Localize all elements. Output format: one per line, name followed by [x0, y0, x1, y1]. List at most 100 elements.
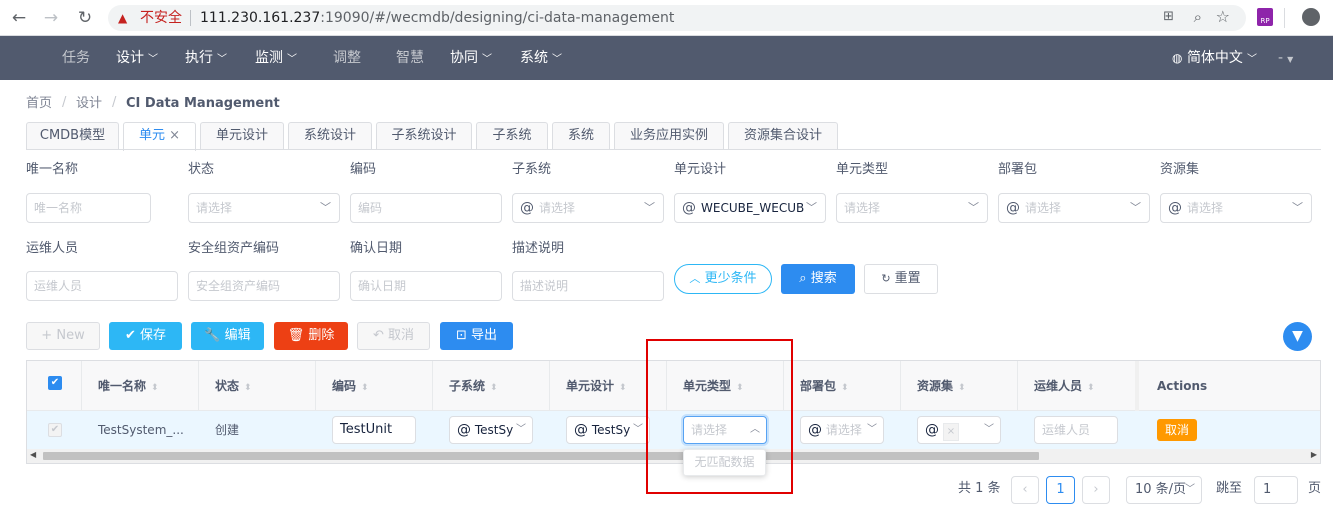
select-all-checkbox[interactable]: ✔	[48, 376, 62, 390]
tab-subsystem-design[interactable]: 子系统设计	[376, 122, 472, 150]
header-ops-staff[interactable]: 运维人员 ⬍	[1034, 361, 1095, 411]
new-button[interactable]: + New	[26, 322, 100, 350]
translate-icon[interactable]: ⊞	[1163, 9, 1174, 24]
cell-subsystem-select[interactable]: @ TestSy ﹀	[449, 416, 533, 444]
prev-page-button[interactable]: ‹	[1011, 476, 1039, 504]
tab-subsystem[interactable]: 子系统	[476, 122, 548, 150]
nav-item-wisdom[interactable]: 智慧	[396, 49, 424, 67]
header-actions: Actions	[1157, 379, 1208, 393]
nav-item-adjust[interactable]: 调整	[333, 49, 361, 67]
chevron-down-icon: ﹀	[1292, 201, 1303, 214]
cell-unit-design-select[interactable]: @ TestSy ﹀	[566, 416, 650, 444]
description-input[interactable]: 描述说明	[512, 271, 664, 301]
save-button[interactable]: ✔ 保存	[109, 322, 182, 350]
tab-system[interactable]: 系统	[552, 122, 610, 150]
edit-button[interactable]: 🔧 编辑	[191, 322, 264, 350]
header-unit-design[interactable]: 单元设计 ⬍	[566, 361, 627, 411]
page-1-button[interactable]: 1	[1046, 476, 1075, 504]
header-deploy-package[interactable]: 部署包 ⬍	[800, 361, 849, 411]
code-input[interactable]: 编码	[350, 193, 502, 223]
tab-resource-set-design[interactable]: 资源集合设计	[728, 122, 838, 150]
confirm-date-input[interactable]: 确认日期	[350, 271, 502, 301]
nav-item-monitor[interactable]: 监测 ﹀	[255, 49, 297, 69]
forward-arrow-icon[interactable]: →	[40, 7, 62, 29]
cell-deploy-package-select[interactable]: @ 请选择 ﹀	[800, 416, 884, 444]
scrollbar-thumb[interactable]	[43, 452, 1039, 460]
chevron-down-icon: ﹀	[148, 54, 158, 65]
reset-button[interactable]: ↻ 重置	[864, 264, 938, 294]
top-navigation: 任务 设计 ﹀ 执行 ﹀ 监测 ﹀ 调整 智慧 协同 ﹀ 系统 ﹀ ◍ 简体中文 ﹀ - ▼	[0, 36, 1333, 80]
nav-item-execute[interactable]: 执行 ﹀	[185, 49, 227, 69]
header-status[interactable]: 状态 ⬍	[215, 361, 252, 411]
warning-icon[interactable]: ▲	[118, 9, 127, 27]
cell-resource-set-select[interactable]: @ × ﹀	[917, 416, 1001, 444]
chevron-down-icon: ﹀	[552, 54, 562, 65]
tab-cmdb-model[interactable]: CMDB模型	[26, 122, 119, 150]
ops-staff-input[interactable]: 运维人员	[26, 271, 178, 301]
cancel-button[interactable]: ↶ 取消	[357, 322, 430, 350]
tab-system-design[interactable]: 系统设计	[288, 122, 372, 150]
filter-label-unit-design: 单元设计	[674, 162, 727, 177]
tab-unit-design[interactable]: 单元设计	[200, 122, 284, 150]
header-code[interactable]: 编码 ⬍	[332, 361, 369, 411]
security-group-input[interactable]: 安全组资产编码	[188, 271, 340, 301]
less-conditions-button[interactable]: ︿ 更少条件	[674, 264, 772, 294]
chevron-down-icon: ﹀	[516, 417, 526, 443]
header-subsystem[interactable]: 子系统 ⬍	[449, 361, 498, 411]
chevron-down-icon: ﹀	[320, 201, 331, 214]
chevron-down-icon: ﹀	[1246, 54, 1257, 65]
language-select[interactable]: ◍ 简体中文 ﹀	[1172, 49, 1257, 69]
nav-item-system[interactable]: 系统 ﹀	[520, 49, 562, 69]
globe-icon: ◍	[1172, 51, 1183, 65]
undo-icon: ↶	[372, 328, 384, 343]
extension-rp-icon[interactable]: RP	[1257, 8, 1273, 26]
nav-item-task[interactable]: 任务	[62, 49, 90, 67]
url-separator	[190, 10, 191, 26]
trash-icon: 🗑	[287, 328, 305, 343]
subsystem-select[interactable]: @ 请选择 ﹀	[512, 193, 664, 223]
unique-name-input[interactable]: 唯一名称	[26, 193, 151, 223]
filter-label-status: 状态	[188, 162, 215, 177]
export-button[interactable]: ⊡ 导出	[440, 322, 513, 350]
user-menu[interactable]: - ▼	[1278, 49, 1293, 69]
cell-ops-staff-input[interactable]: 运维人员	[1034, 416, 1118, 444]
pager-total: 共 1 条	[958, 481, 1001, 496]
cell-code-input[interactable]: TestUnit	[332, 416, 416, 444]
bookmark-star-icon[interactable]: ☆	[1216, 7, 1230, 26]
filter-label-description: 描述说明	[512, 241, 565, 256]
next-page-button[interactable]: ›	[1082, 476, 1110, 504]
chevron-right-icon: ›	[1093, 482, 1099, 497]
address-bar[interactable]: ▲ 不安全 111.230.161.237:19090/#/wecmdb/des…	[108, 5, 1246, 31]
insecure-label[interactable]: 不安全	[140, 9, 182, 27]
breadcrumb-home[interactable]: 首页	[26, 95, 52, 113]
search-button[interactable]: ⌕ 搜索	[781, 264, 855, 294]
back-arrow-icon[interactable]: ←	[8, 7, 30, 29]
status-select[interactable]: 请选择 ﹀	[188, 193, 340, 223]
header-unique-name[interactable]: 唯一名称 ⬍	[98, 361, 159, 411]
zoom-icon[interactable]: ⌕	[1194, 8, 1202, 26]
page-size-select[interactable]: 10 条/页 ﹀	[1126, 476, 1202, 504]
chevron-down-icon: ﹀	[482, 54, 492, 65]
row-cancel-button[interactable]: 取消	[1157, 419, 1197, 441]
resource-set-select[interactable]: @ 请选择 ﹀	[1160, 193, 1312, 223]
unit-type-select[interactable]: 请选择 ﹀	[836, 193, 988, 223]
chevron-left-icon: ‹	[1022, 482, 1028, 497]
header-resource-set[interactable]: 资源集 ⬍	[917, 361, 966, 411]
url-text[interactable]: 111.230.161.237:19090/#/wecmdb/designing…	[200, 9, 674, 27]
reload-icon[interactable]: ↻	[74, 7, 96, 29]
profile-avatar-icon[interactable]	[1302, 8, 1320, 26]
row-checkbox[interactable]: ✔	[48, 423, 62, 437]
breadcrumb-design[interactable]: 设计	[76, 95, 102, 113]
nav-item-collaborate[interactable]: 协同 ﹀	[450, 49, 492, 69]
deploy-package-select[interactable]: @ 请选择 ﹀	[998, 193, 1150, 223]
unit-design-select[interactable]: @ WECUBE_WECUBE ﹀	[674, 193, 826, 223]
filter-label-resource-set: 资源集	[1160, 162, 1200, 177]
filter-funnel-icon[interactable]: ▼	[1283, 322, 1312, 351]
delete-button[interactable]: 🗑 删除	[274, 322, 348, 350]
tab-business-app-instance[interactable]: 业务应用实例	[614, 122, 724, 150]
export-icon: ⊡	[455, 328, 467, 343]
nav-item-design[interactable]: 设计 ﹀	[116, 49, 158, 69]
jump-page-input[interactable]: 1	[1254, 476, 1298, 504]
chevron-down-icon: ﹀	[804, 194, 817, 222]
tab-unit[interactable]: 单元 ×	[123, 122, 196, 151]
